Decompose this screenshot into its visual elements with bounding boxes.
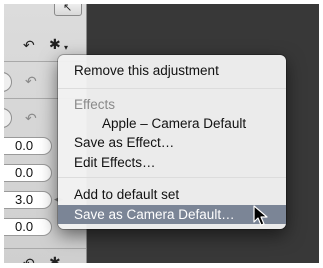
reset-arrow-icon[interactable]: ↶ xyxy=(25,111,37,125)
gear-icon[interactable]: ✱ xyxy=(49,255,61,263)
round-control[interactable] xyxy=(4,72,12,92)
menu-item-save-as-camera-default[interactable]: Save as Camera Default… xyxy=(58,205,286,224)
menu-item-add-to-default-set[interactable]: Add to default set xyxy=(58,185,286,204)
menu-separator xyxy=(58,177,286,178)
arrow-icon: ↖ xyxy=(63,4,73,14)
menu-item-remove-adjustment[interactable]: Remove this adjustment xyxy=(58,61,286,80)
menu-item-apple-camera-default[interactable]: Apple – Camera Default xyxy=(58,114,286,133)
mouse-pointer-icon xyxy=(253,205,268,226)
chevron-down-icon: ▾ xyxy=(64,43,69,52)
panel-top-button[interactable]: ↖ xyxy=(54,4,82,16)
value-field[interactable]: 3.0 xyxy=(4,191,52,209)
gear-icon[interactable]: ✱ xyxy=(49,37,61,51)
adjustment-header-row: ↶ ✱ ▾ xyxy=(4,34,86,56)
round-control[interactable] xyxy=(4,108,12,128)
adjustment-header-row: ↶ ✱ xyxy=(4,254,86,263)
menu-separator xyxy=(58,88,286,89)
value-field[interactable]: 0.0 xyxy=(4,164,52,182)
reset-arrow-icon[interactable]: ↶ xyxy=(25,74,37,88)
divider xyxy=(4,248,86,249)
menu-item-save-as-effect[interactable]: Save as Effect… xyxy=(58,133,286,152)
window-frame: ↖ ↶ ✱ ▾ ↶ ↶ 0.0 0.0 3.0 ◂▸ 0.0 ↶ ✱ xyxy=(4,4,319,263)
reset-arrow-icon[interactable]: ↶ xyxy=(23,256,35,263)
menu-section-header-effects: Effects xyxy=(74,97,116,112)
value-field[interactable]: 0.0 xyxy=(4,218,52,236)
context-menu: Remove this adjustment Effects Apple – C… xyxy=(58,55,286,229)
value-field[interactable]: 0.0 xyxy=(4,137,52,155)
menu-item-edit-effects[interactable]: Edit Effects… xyxy=(58,153,286,172)
reset-arrow-icon[interactable]: ↶ xyxy=(23,38,35,52)
